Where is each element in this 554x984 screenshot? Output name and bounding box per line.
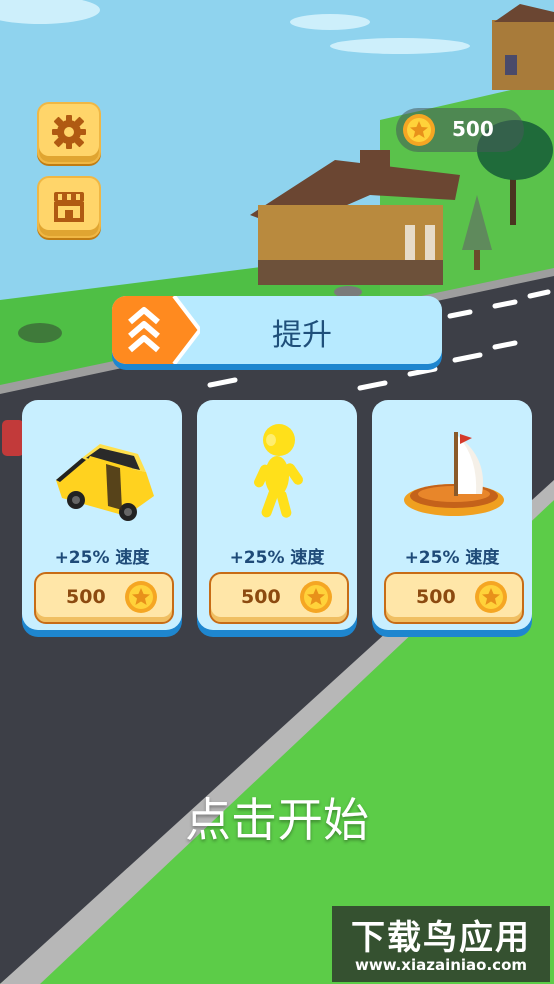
upgrade-bonus-label: +25% 速度 [197,543,357,568]
upgrade-card-boat[interactable]: +25% 速度 500 [372,400,532,630]
yellow-car-icon [56,444,154,521]
upgrade-bonus-label: +25% 速度 [22,543,182,568]
settings-button[interactable] [37,102,101,164]
upgrade-card-runner[interactable]: +25% 速度 500 [197,400,357,630]
price-value: 500 [66,586,106,608]
bonus-stat: 速度 [115,548,150,568]
bonus-stat: 速度 [465,548,500,568]
upgrade-header: 提升 [112,296,442,364]
buy-button-runner[interactable]: 500 [209,572,349,624]
shop-button[interactable] [37,176,101,238]
bonus-stat: 速度 [290,548,325,568]
watermark-title: 下载鸟应用 [351,918,531,958]
chevrons-up-icon [112,296,200,364]
star-coin-icon [125,581,157,613]
price-value: 500 [241,586,281,608]
tap-to-start-prompt[interactable]: 点击开始 [0,784,554,850]
upgrade-bonus-label: +25% 速度 [372,543,532,568]
shop-icon [54,192,84,222]
star-coin-icon [403,114,435,146]
buy-button-car[interactable]: 500 [34,572,174,624]
upgrade-title: 提升 [272,318,332,353]
star-coin-icon [300,581,332,613]
upgrade-card-car[interactable]: +25% 速度 500 [22,400,182,630]
price-value: 500 [416,586,456,608]
watermark-url: www.xiazainiao.com [354,956,528,974]
coin-balance: 500 [452,117,494,141]
bonus-percent: +25% [404,548,460,568]
bonus-percent: +25% [54,548,110,568]
buy-button-boat[interactable]: 500 [384,572,524,624]
gear-icon [52,115,86,149]
bonus-percent: +25% [229,548,285,568]
star-coin-icon [475,581,507,613]
watermark-logo: 下载鸟应用 www.xiazainiao.com [332,906,550,982]
sailboat-icon [404,432,504,516]
runner-figure-icon [254,424,304,518]
coin-counter: 500 [396,108,524,152]
